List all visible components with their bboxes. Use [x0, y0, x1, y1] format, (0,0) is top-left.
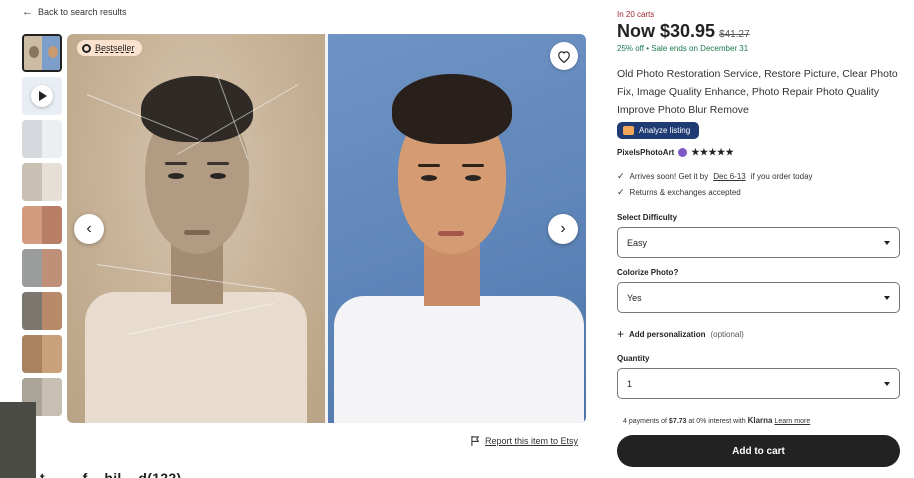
caret-down-icon [884, 240, 890, 245]
thumbnail-4[interactable] [22, 163, 62, 201]
difficulty-value: Easy [627, 237, 648, 248]
seller-name[interactable]: PixelsPhotoArt [617, 148, 674, 157]
colorize-select[interactable]: Yes [617, 282, 900, 313]
add-personalization-button[interactable]: + Add personalization (optional) [617, 327, 744, 341]
check-icon: ✓ [617, 187, 625, 197]
colorize-label: Colorize Photo? [617, 268, 679, 277]
add-to-cart-button[interactable]: Add to cart [617, 435, 900, 467]
webcam-overlay [0, 402, 36, 478]
original-price: $41.27 [719, 29, 750, 40]
klarna-logo: Klarna [747, 416, 773, 425]
plus-icon: + [617, 327, 625, 341]
arrives-pre: Arrives soon! Get it by [629, 172, 709, 181]
klarna-learn-more-link[interactable]: Learn more [774, 418, 810, 425]
thumbnail-8[interactable] [22, 335, 62, 373]
difficulty-label: Select Difficulty [617, 213, 678, 222]
analyze-label: Analyze listing [639, 126, 691, 135]
play-icon [31, 85, 53, 107]
price-row: Now $30.95 $41.27 [617, 21, 750, 42]
chevron-left-icon: ‹ [86, 220, 92, 237]
klarna-info: 4 payments of $7.73 at 0% interest with … [623, 416, 810, 425]
klarna-pre: 4 payments of [623, 418, 667, 425]
klarna-mid: at 0% interest with [688, 418, 746, 425]
thumbnail-video[interactable] [22, 77, 62, 115]
thumbnail-7[interactable] [22, 292, 62, 330]
flag-icon [471, 436, 480, 446]
cut-off-heading: t........ f....hil....d(122) [40, 470, 182, 478]
back-link-label: Back to search results [38, 7, 127, 17]
difficulty-select[interactable]: Easy [617, 227, 900, 258]
rating-stars[interactable]: ★★★★★ [691, 147, 734, 158]
next-image-button[interactable]: › [548, 214, 578, 244]
thumbnail-5[interactable] [22, 206, 62, 244]
colorize-value: Yes [627, 292, 642, 303]
returns-info: ✓ Returns & exchanges accepted [617, 187, 741, 198]
klarna-amount: $7.73 [668, 418, 687, 425]
bestseller-badge: Bestseller [77, 40, 142, 56]
favorite-button[interactable] [550, 42, 578, 70]
analyze-icon [623, 126, 634, 135]
analyze-listing-button[interactable]: Analyze listing [617, 122, 700, 139]
sale-info: 25% off • Sale ends on December 31 [617, 44, 748, 53]
back-to-search-link[interactable]: ← Back to search results [22, 6, 127, 18]
arrival-info: ✓ Arrives soon! Get it by Dec 6-13 if yo… [617, 171, 813, 182]
caret-down-icon [884, 295, 890, 300]
report-label: Report this item to Etsy [485, 436, 579, 446]
discount-label: 25% off [617, 44, 644, 53]
current-price: Now $30.95 [617, 21, 716, 41]
sale-ends-label: Sale ends on December 31 [651, 44, 749, 53]
bestseller-label: Bestseller [95, 43, 135, 53]
seller-row: PixelsPhotoArt ★★★★★ [617, 147, 734, 158]
personalization-label: Add personalization [629, 329, 706, 339]
thumbnail-strip [22, 34, 64, 421]
thumbnail-6[interactable] [22, 249, 62, 287]
chevron-right-icon: › [560, 220, 566, 237]
returns-label: Returns & exchanges accepted [629, 188, 741, 197]
check-icon: ✓ [617, 171, 625, 181]
caret-down-icon [884, 381, 890, 386]
thumbnail-3[interactable] [22, 120, 62, 158]
thumbnail-1[interactable] [22, 34, 62, 72]
in-carts-notice: In 20 carts [617, 10, 655, 19]
arrives-post: if you order today [750, 172, 813, 181]
quantity-value: 1 [627, 378, 633, 389]
quantity-select[interactable]: 1 [617, 368, 900, 399]
heart-icon [558, 50, 570, 63]
arrow-left-icon: ← [22, 6, 33, 18]
listing-title: Old Photo Restoration Service, Restore P… [617, 68, 898, 116]
star-seller-icon [678, 148, 688, 157]
arrival-dates[interactable]: Dec 6-13 [713, 172, 745, 181]
award-icon [82, 43, 91, 53]
previous-image-button[interactable]: ‹ [74, 214, 104, 244]
report-item-link[interactable]: Report this item to Etsy [471, 436, 578, 446]
personalization-optional: (optional) [710, 329, 744, 339]
before-photo: Bestseller [67, 34, 325, 423]
main-product-image[interactable]: Bestseller ‹ › [67, 34, 586, 423]
quantity-label: Quantity [617, 354, 650, 363]
